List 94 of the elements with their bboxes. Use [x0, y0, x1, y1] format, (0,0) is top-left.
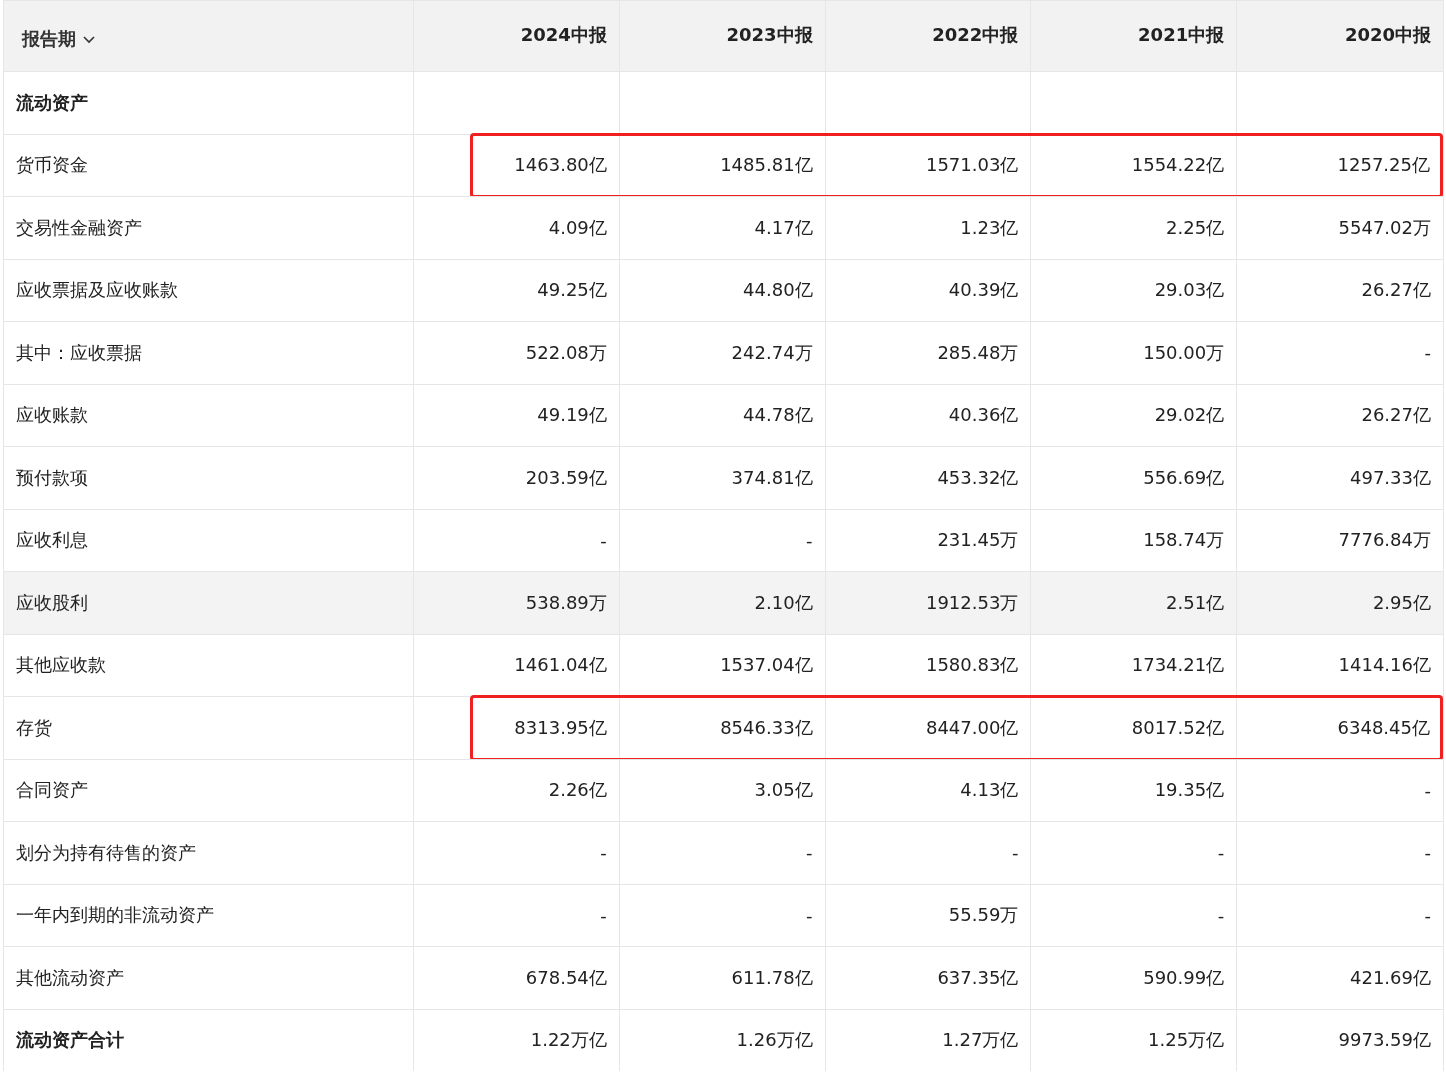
row-label: 存货	[16, 715, 52, 740]
table-cell: 2.26亿	[548, 778, 607, 803]
table-cell: 590.99亿	[1143, 965, 1225, 990]
table-cell: 637.35亿	[937, 965, 1019, 990]
table-cell: 1.22万亿	[530, 1028, 607, 1053]
table-cell: 150.00万	[1143, 340, 1225, 365]
table-cell: 9973.59亿	[1338, 1028, 1431, 1053]
table-cell: 29.02亿	[1154, 403, 1225, 428]
row-label: 交易性金融资产	[16, 215, 142, 240]
table-cell: 26.27亿	[1361, 278, 1431, 303]
table-cell: -	[1424, 779, 1431, 801]
table-cell: 421.69亿	[1350, 965, 1431, 990]
table-cell: 49.25亿	[537, 278, 607, 303]
table-cell: 4.17亿	[754, 215, 813, 240]
row-label: 货币资金	[16, 153, 88, 178]
table-cell: 3.05亿	[754, 778, 813, 803]
table-cell: 1734.21亿	[1131, 653, 1225, 678]
table-cell: 2.51亿	[1166, 590, 1225, 615]
table-cell: 611.78亿	[731, 965, 813, 990]
row-label: 其他流动资产	[16, 965, 124, 990]
table-cell: -	[600, 904, 607, 926]
table-cell: 8546.33亿	[720, 715, 813, 740]
table-cell: -	[1424, 904, 1431, 926]
table-cell: 1912.53万	[925, 590, 1019, 615]
table-cell: 231.45万	[937, 528, 1019, 553]
table-cell: 678.54亿	[525, 965, 607, 990]
column-header: 2020中报	[1343, 23, 1432, 47]
table-cell: 1.26万亿	[736, 1028, 813, 1053]
table-cell: 1571.03亿	[925, 153, 1019, 178]
table-cell: 8313.95亿	[514, 715, 607, 740]
row-label: 其他应收款	[16, 653, 106, 678]
table-cell: -	[1217, 904, 1225, 926]
table-cell: -	[1217, 842, 1225, 864]
table-cell: -	[1424, 342, 1431, 364]
row-label: 流动资产	[16, 90, 88, 115]
table-cell: 1554.22亿	[1131, 153, 1225, 178]
table-cell: -	[1424, 842, 1431, 864]
table-cell: 55.59万	[948, 903, 1019, 928]
table-cell: 44.80亿	[743, 278, 813, 303]
table-cell: 1.25万亿	[1148, 1028, 1225, 1053]
table-cell: 1257.25亿	[1337, 153, 1430, 178]
row-label: 其中：应收票据	[16, 340, 142, 365]
row-label: 预付款项	[16, 465, 88, 490]
row-label: 应收票据及应收账款	[16, 278, 178, 303]
table-cell: 1.27万亿	[942, 1028, 1019, 1053]
table-cell: 2.25亿	[1166, 215, 1225, 240]
table-cell: -	[600, 842, 607, 864]
table-cell: 1485.81亿	[720, 153, 813, 178]
report-period-dropdown[interactable]: 报告期	[16, 27, 102, 51]
table-cell: -	[806, 842, 813, 864]
table-cell: 285.48万	[937, 340, 1019, 365]
row-label: 划分为持有待售的资产	[16, 840, 196, 865]
table-cell: 522.08万	[525, 340, 607, 365]
table-cell: 2.10亿	[754, 590, 813, 615]
table-cell: 5547.02万	[1338, 215, 1431, 240]
table-cell: 374.81亿	[731, 465, 813, 490]
row-label: 合同资产	[16, 778, 88, 803]
table-cell: -	[1011, 842, 1019, 864]
table-cell: 26.27亿	[1361, 403, 1431, 428]
table-cell: 556.69亿	[1143, 465, 1225, 490]
table-cell: 44.78亿	[743, 403, 813, 428]
table-cell: 8447.00亿	[925, 715, 1019, 740]
table-cell: 158.74万	[1143, 528, 1225, 553]
table-cell: 7776.84万	[1338, 528, 1431, 553]
table-cell: 538.89万	[525, 590, 607, 615]
table-cell: 4.09亿	[548, 215, 607, 240]
row-label: 流动资产合计	[16, 1028, 124, 1053]
table-cell: 1461.04亿	[514, 653, 607, 678]
table-cell: 29.03亿	[1154, 278, 1225, 303]
table-cell: 1414.16亿	[1338, 653, 1431, 678]
table-cell: 4.13亿	[960, 778, 1019, 803]
table-cell: 1537.04亿	[720, 653, 813, 678]
table-cell: 497.33亿	[1350, 465, 1431, 490]
table-cell: 40.39亿	[948, 278, 1019, 303]
table-cell: 2.95亿	[1372, 590, 1431, 615]
table-cell: -	[806, 904, 813, 926]
table-cell: 6348.45亿	[1337, 715, 1430, 740]
table-cell: -	[806, 529, 813, 551]
table-cell: 49.19亿	[537, 403, 607, 428]
row-label: 应收利息	[16, 528, 88, 553]
table-cell: 203.59亿	[525, 465, 607, 490]
table-cell: 40.36亿	[948, 403, 1019, 428]
row-label: 应收账款	[16, 403, 88, 428]
chevron-down-icon	[82, 34, 96, 44]
table-cell: 1580.83亿	[925, 653, 1019, 678]
table-cell: 1.23亿	[960, 215, 1019, 240]
table-cell: 453.32亿	[937, 465, 1019, 490]
table-cell: -	[600, 529, 607, 551]
table-cell: 8017.52亿	[1131, 715, 1225, 740]
row-label: 应收股利	[16, 590, 88, 615]
table-cell: 242.74万	[731, 340, 813, 365]
table-cell: 1463.80亿	[514, 153, 607, 178]
table-cell: 19.35亿	[1154, 778, 1225, 803]
row-label: 一年内到期的非流动资产	[16, 903, 214, 928]
